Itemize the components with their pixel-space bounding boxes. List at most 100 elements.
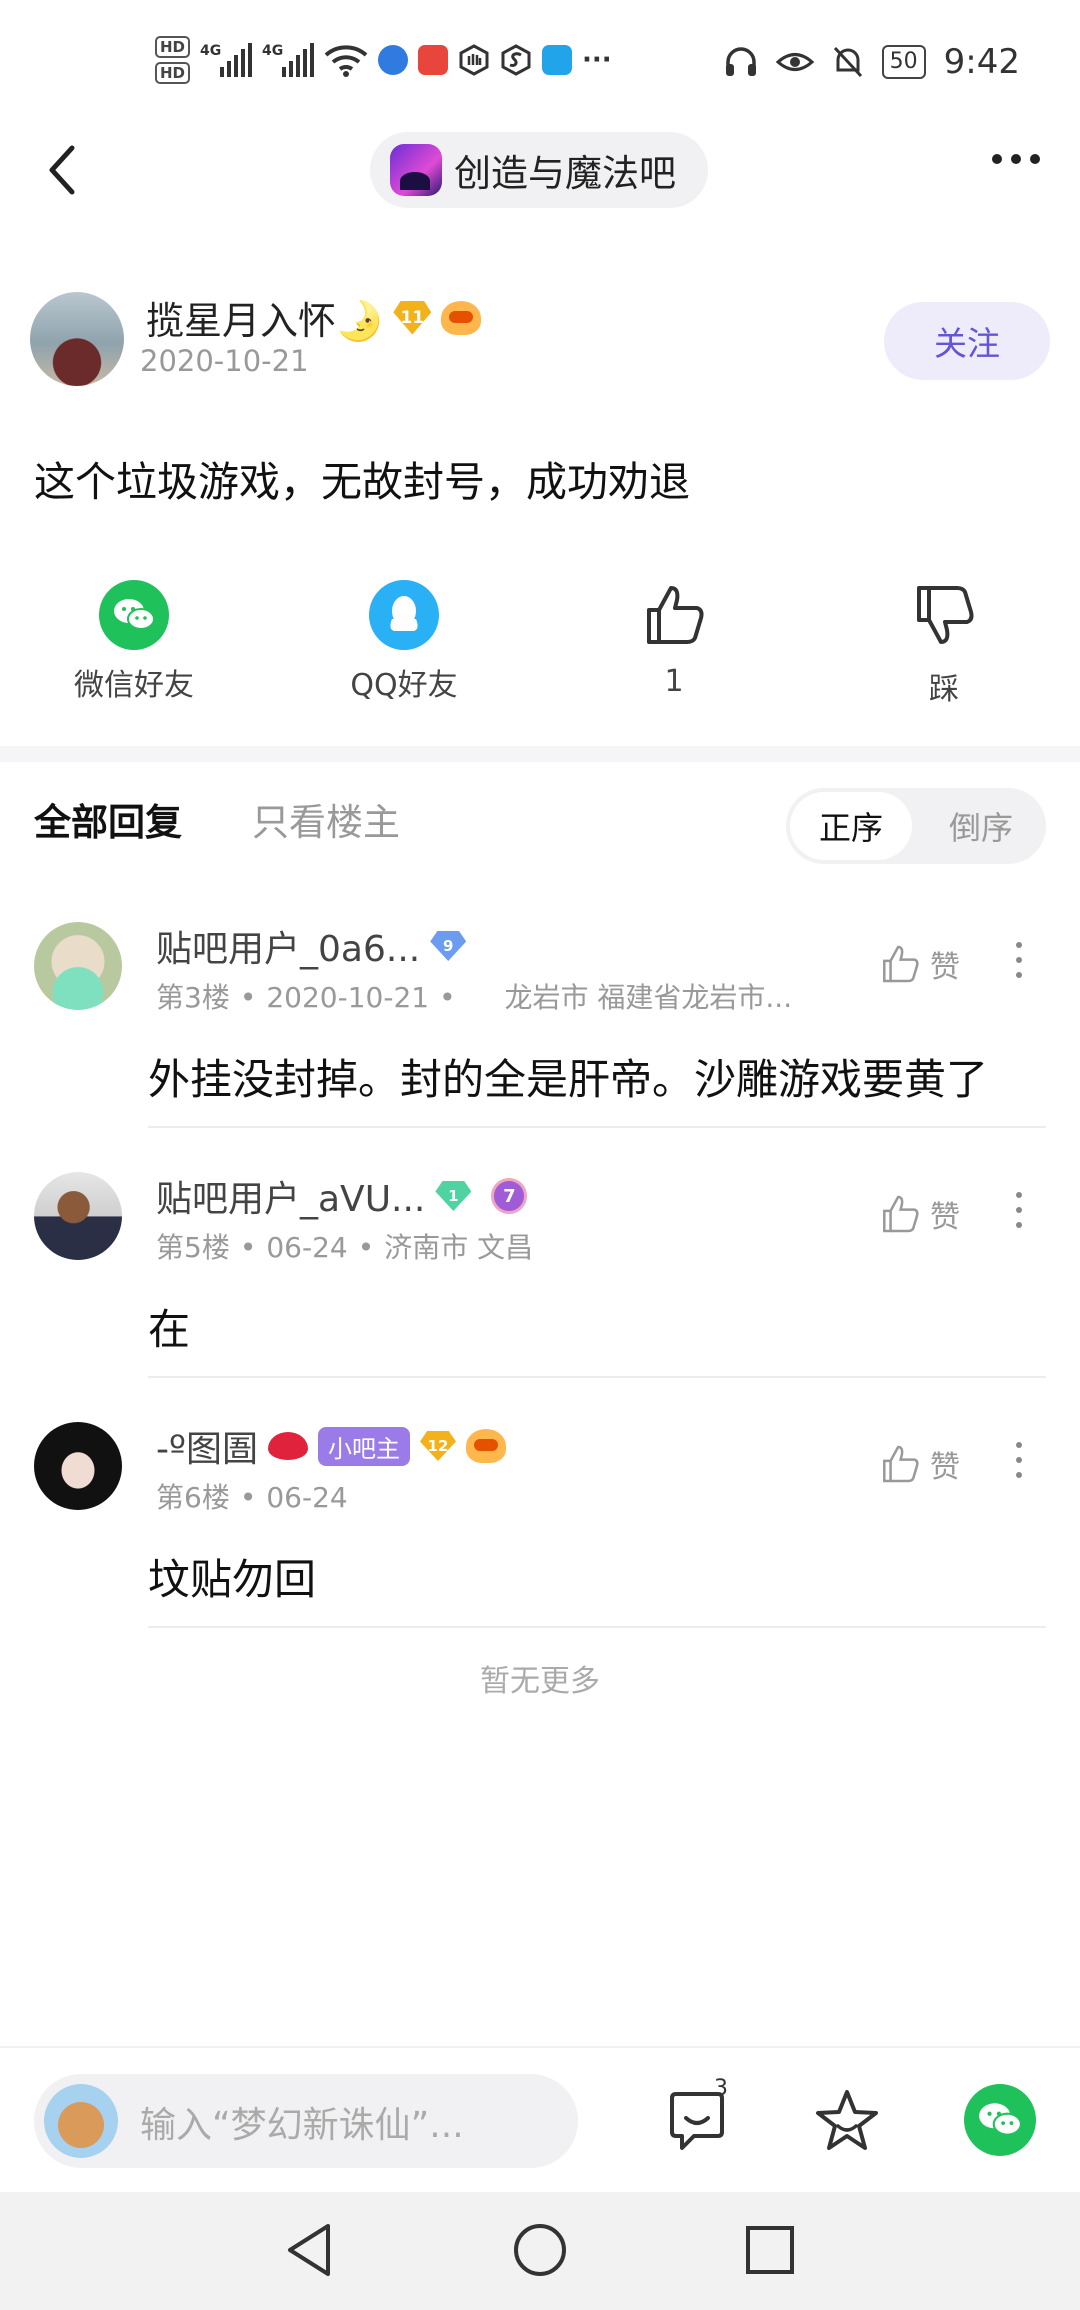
- author-name[interactable]: 揽星月入怀🌛: [146, 290, 383, 345]
- level-badge: 11: [393, 300, 432, 335]
- back-button[interactable]: [40, 140, 88, 200]
- game-badge-icon: [441, 300, 482, 335]
- nav-recents-icon[interactable]: [742, 2220, 798, 2280]
- reply-divider: [148, 1626, 1046, 1628]
- favorite-star-icon[interactable]: [814, 2088, 880, 2154]
- share-qq-button[interactable]: QQ好友: [304, 580, 504, 704]
- more-dot-icon: [1011, 154, 1021, 164]
- sort-desc-button[interactable]: 倒序: [916, 792, 1046, 860]
- tab-all-replies[interactable]: 全部回复: [34, 792, 182, 846]
- reply-menu-button[interactable]: [1016, 1442, 1022, 1478]
- user-avatar: [44, 2084, 118, 2158]
- thumbs-up-icon: [647, 586, 704, 644]
- tab-owner-only[interactable]: 只看楼主: [252, 792, 400, 846]
- reply-menu-button[interactable]: [1016, 1192, 1022, 1228]
- medal-badge: 7: [491, 1178, 528, 1214]
- hd-2: HD: [155, 62, 191, 84]
- reply-username[interactable]: -º图圄: [156, 1420, 258, 1472]
- reply-username-row: 贴吧用户_0a6... 9: [156, 920, 467, 972]
- nav-home-icon[interactable]: [510, 2220, 570, 2280]
- follow-button[interactable]: 关注: [884, 302, 1050, 380]
- share-wechat-button[interactable]: 微信好友: [34, 580, 234, 704]
- reply-avatar[interactable]: [34, 1172, 122, 1260]
- battery-indicator: 50: [881, 45, 926, 79]
- thumbs-up-icon: [883, 1445, 919, 1483]
- status-bar: HD HD 4G 4G ··· 50 9:42: [0, 0, 1080, 120]
- lips-icon: [267, 1432, 308, 1460]
- eye-icon: [775, 53, 814, 71]
- reply-username-row: 贴吧用户_aVU... 1 7: [156, 1170, 528, 1222]
- reply-meta: 第3楼 • 2020-10-21 • 龙岩市 福建省龙岩市...: [156, 981, 793, 1014]
- level-badge: 12: [419, 1431, 456, 1461]
- reply-divider: [148, 1376, 1046, 1378]
- thumbs-up-icon: [883, 945, 919, 983]
- reply-location: 济南市 文昌: [384, 1231, 534, 1264]
- bulb-app-icon: [542, 45, 573, 75]
- dislike-post-button[interactable]: 踩: [844, 580, 1044, 708]
- status-bar-left: HD HD 4G 4G ···: [155, 28, 612, 92]
- reply-meta: 第5楼 • 06-24 • 济南市 文昌: [156, 1231, 534, 1264]
- back-arrow-icon: [49, 145, 75, 195]
- reply-floor: 第6楼: [156, 1481, 230, 1514]
- reply-like-label: 赞: [930, 950, 960, 985]
- reply-floor: 第5楼: [156, 1231, 230, 1264]
- hand-app-icon: [459, 44, 489, 76]
- forum-avatar-icon: [390, 144, 442, 196]
- like-count: 1: [664, 664, 684, 699]
- wechat-icon: [979, 2103, 1022, 2136]
- reply-tabs: 全部回复 只看楼主 正序 倒序: [0, 782, 1080, 882]
- reply-like-button[interactable]: 赞: [878, 1442, 960, 1486]
- reply-like-button[interactable]: 赞: [878, 942, 960, 986]
- share-row: 微信好友 QQ好友 1 踩: [0, 580, 1080, 710]
- hd-1: HD: [155, 36, 191, 58]
- thumbs-down-icon: [917, 586, 974, 644]
- reply-content: 外挂没封掉。封的全是肝帝。沙雕游戏要黄了: [148, 1055, 989, 1104]
- reply-avatar[interactable]: [34, 922, 122, 1010]
- nav-back-icon[interactable]: [282, 2220, 338, 2280]
- reply-menu-button[interactable]: [1016, 942, 1022, 978]
- s-app-icon: [501, 44, 531, 76]
- signal-1-label: 4G: [200, 43, 222, 59]
- dislike-label: 踩: [929, 672, 959, 707]
- reply-like-button[interactable]: 赞: [878, 1192, 960, 1236]
- game-badge-icon: [465, 1429, 506, 1463]
- forum-pill[interactable]: 创造与魔法吧: [370, 132, 708, 208]
- wechat-icon: [99, 580, 169, 650]
- reply-like-label: 赞: [930, 1450, 960, 1485]
- reply-meta: 第6楼 • 06-24: [156, 1481, 348, 1514]
- section-divider: [0, 746, 1080, 762]
- reply-date: 2020-10-21: [266, 981, 430, 1014]
- status-bar-right: 50 9:42: [724, 38, 1020, 86]
- reply-date: 06-24: [266, 1231, 348, 1264]
- mute-bell-icon: [833, 46, 862, 78]
- reply-date: 06-24: [266, 1481, 348, 1514]
- author-name-row: 揽星月入怀🌛 11: [146, 290, 482, 345]
- no-more-text: 暂无更多: [480, 1664, 600, 1699]
- reply-username[interactable]: 贴吧用户_0a6...: [156, 920, 420, 972]
- book-app-icon: [418, 45, 449, 75]
- author-avatar[interactable]: [30, 292, 124, 386]
- reply-avatar[interactable]: [34, 1422, 122, 1510]
- reply-username[interactable]: 贴吧用户_aVU...: [156, 1170, 425, 1222]
- more-dot-icon: [992, 154, 1002, 164]
- sort-asc-button[interactable]: 正序: [790, 792, 912, 860]
- comment-count-badge: 3: [714, 2076, 728, 2101]
- level-badge: 9: [430, 931, 467, 961]
- reply-input-placeholder: 输入“梦幻新诛仙”...: [140, 2105, 464, 2146]
- reply-floor: 第3楼: [156, 981, 230, 1014]
- more-dot-icon: [1030, 154, 1040, 164]
- share-qq-label: QQ好友: [350, 668, 458, 703]
- post-content: 这个垃圾游戏，无故封号，成功劝退: [34, 458, 690, 506]
- signal-2-label: 4G: [262, 43, 284, 59]
- more-options-button[interactable]: [992, 154, 1040, 164]
- wechat-share-button[interactable]: [964, 2084, 1036, 2156]
- reply-content: 在: [148, 1305, 191, 1354]
- sort-toggle: 正序 倒序: [786, 788, 1046, 864]
- status-time: 9:42: [943, 42, 1020, 82]
- headphones-icon: [725, 47, 756, 76]
- bottom-input-bar: 输入“梦幻新诛仙”... 3: [0, 2046, 1080, 2192]
- level-badge: 1: [435, 1181, 472, 1211]
- like-post-button[interactable]: 1: [574, 580, 774, 699]
- overflow-indicator: ···: [582, 45, 612, 75]
- reply-input[interactable]: 输入“梦幻新诛仙”...: [34, 2074, 578, 2168]
